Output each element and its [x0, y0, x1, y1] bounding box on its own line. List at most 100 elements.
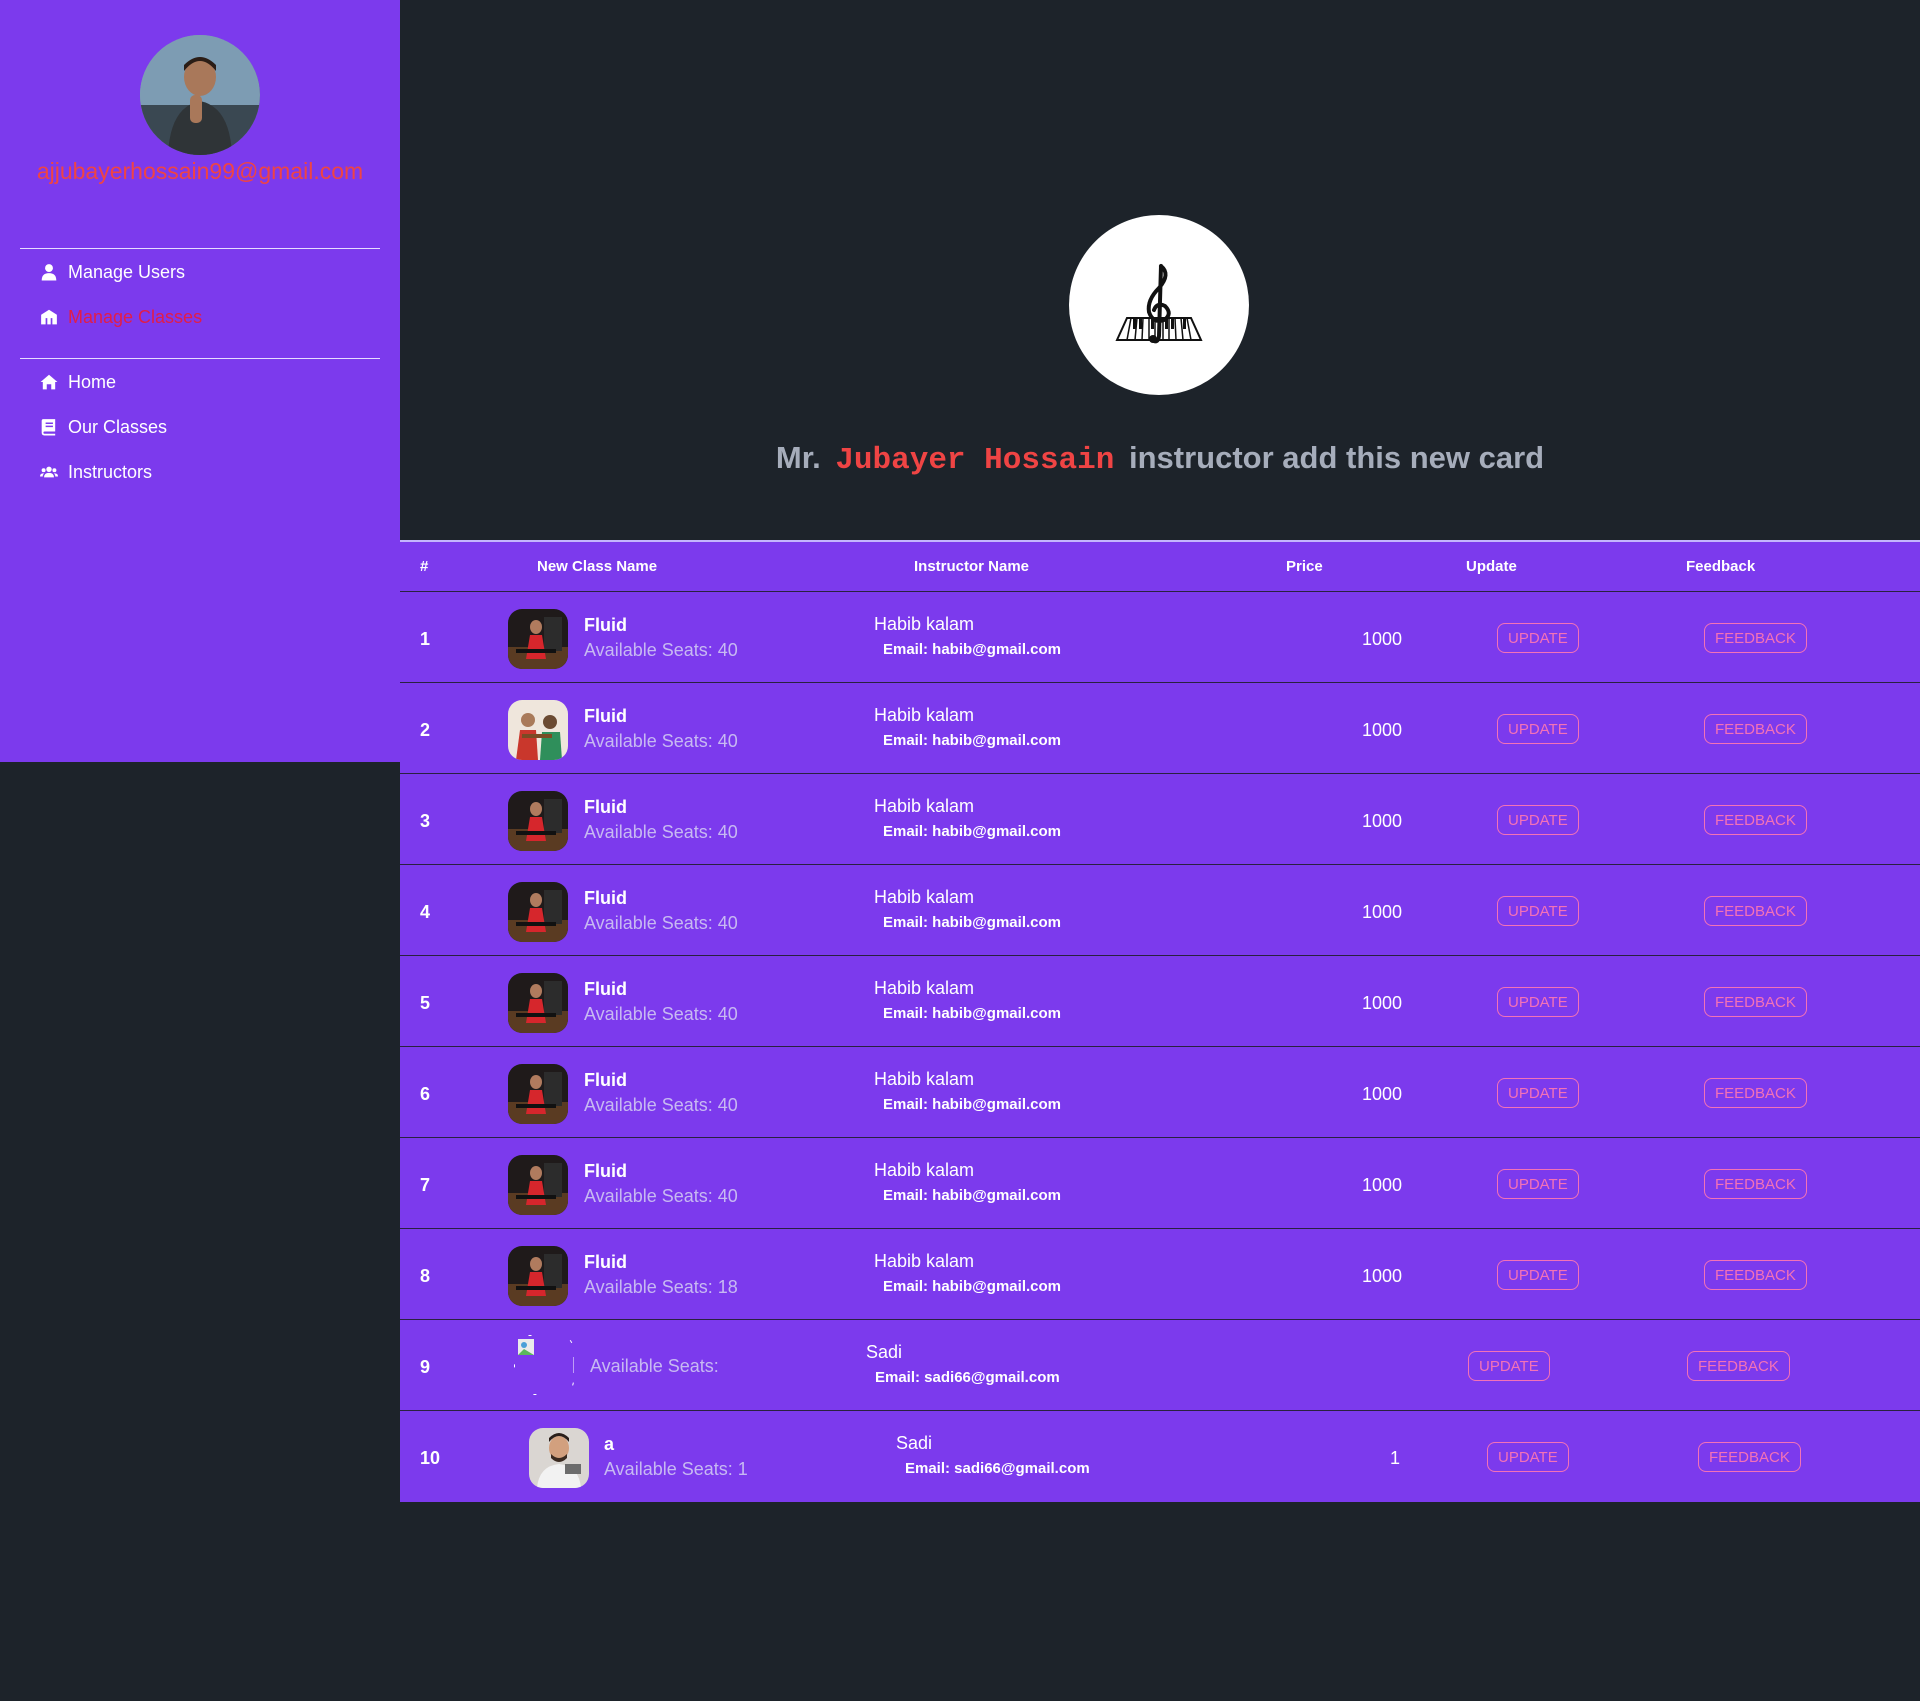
instructor-email: Email: habib@gmail.com	[883, 732, 1061, 749]
book-icon	[40, 418, 58, 436]
available-seats: Available Seats: 40	[584, 913, 738, 933]
available-seats: Available Seats: 40	[584, 640, 738, 660]
available-seats: Available Seats: 40	[584, 731, 738, 751]
instructor-email: Email: sadi66@gmail.com	[905, 1460, 1090, 1477]
class-thumbnail	[508, 609, 568, 669]
available-seats: Available Seats: 40	[584, 822, 738, 842]
broken-image-icon	[514, 1335, 575, 1395]
instructor-email: Email: habib@gmail.com	[883, 641, 1061, 658]
price: 1000	[1362, 629, 1403, 649]
instructor-name: Habib kalam	[874, 1251, 975, 1271]
sidebar-item-label: Manage Users	[68, 261, 186, 282]
update-button[interactable]: UPDATE	[1487, 1442, 1569, 1472]
table-row: 9 Available Seats: Sadi Email: sadi66@gmail…	[400, 1320, 1920, 1411]
table-row: 2 Fluid Available Seats: 40 Habib kalam Emai…	[400, 683, 1920, 774]
feedback-button[interactable]: FEEDBACK	[1704, 1169, 1807, 1199]
col-header-update: Update	[1466, 558, 1517, 575]
row-number: 6	[420, 1084, 431, 1104]
instructor-email: Email: habib@gmail.com	[883, 1187, 1061, 1204]
update-button[interactable]: UPDATE	[1497, 987, 1579, 1017]
instructor-email: Email: habib@gmail.com	[883, 914, 1061, 931]
class-thumbnail	[508, 973, 568, 1033]
users-icon	[40, 463, 58, 481]
available-seats: Available Seats: 40	[584, 1004, 738, 1024]
site-logo	[1069, 215, 1249, 395]
instructor-name: Habib kalam	[874, 705, 975, 725]
row-number: 5	[420, 993, 431, 1013]
sidebar-item-manage-classes[interactable]: Manage Classes	[40, 302, 202, 332]
user-icon	[40, 263, 58, 281]
price: 1000	[1362, 811, 1403, 831]
instructor-name: Habib kalam	[874, 978, 975, 998]
update-button[interactable]: UPDATE	[1497, 1169, 1579, 1199]
instructor-name: Jubayer Hossain	[835, 443, 1115, 478]
instructor-email: Email: habib@gmail.com	[883, 823, 1061, 840]
update-button[interactable]: UPDATE	[1497, 714, 1579, 744]
table-row: 5 Fluid Available Seats: 40 Habib kalam Emai…	[400, 956, 1920, 1047]
price: 1000	[1362, 1084, 1403, 1104]
feedback-button[interactable]: FEEDBACK	[1704, 623, 1807, 653]
class-thumbnail	[508, 700, 568, 760]
sidebar-item-our-classes[interactable]: Our Classes	[40, 412, 167, 442]
title-prefix: Mr.	[775, 440, 821, 475]
update-button[interactable]: UPDATE	[1497, 896, 1579, 926]
sidebar-item-label: Our Classes	[68, 416, 168, 437]
instructor-name: Habib kalam	[874, 796, 975, 816]
update-button[interactable]: UPDATE	[1468, 1351, 1550, 1381]
feedback-button[interactable]: FEEDBACK	[1698, 1442, 1801, 1472]
class-name: Fluid	[584, 979, 627, 999]
update-button[interactable]: UPDATE	[1497, 805, 1579, 835]
class-name: Fluid	[584, 797, 627, 817]
feedback-button[interactable]: FEEDBACK	[1704, 896, 1807, 926]
feedback-button[interactable]: FEEDBACK	[1704, 714, 1807, 744]
home-icon	[40, 373, 58, 391]
price: 1000	[1362, 993, 1403, 1013]
price: 1000	[1362, 1175, 1403, 1195]
instructor-name: Habib kalam	[874, 1160, 975, 1180]
price: 1000	[1362, 1266, 1403, 1286]
class-thumbnail	[508, 791, 568, 851]
sidebar-item-manage-users[interactable]: Manage Users	[40, 257, 185, 287]
class-name: Fluid	[584, 1070, 627, 1090]
price: 1000	[1362, 902, 1403, 922]
sidebar-item-label: Instructors	[68, 461, 153, 482]
sidebar-item-home[interactable]: Home	[40, 367, 116, 397]
classes-table: # New Class Name Instructor Name Price U…	[400, 540, 1920, 1502]
available-seats: Available Seats:	[590, 1356, 719, 1376]
class-name: Fluid	[584, 1252, 627, 1272]
table-row: 7 Fluid Available Seats: 40 Habib kalam Emai…	[400, 1138, 1920, 1229]
available-seats: Available Seats: 40	[584, 1095, 738, 1115]
class-name: Fluid	[584, 615, 627, 635]
update-button[interactable]: UPDATE	[1497, 623, 1579, 653]
sidebar-divider	[20, 248, 380, 249]
instructor-name: Habib kalam	[874, 1069, 975, 1089]
feedback-button[interactable]: FEEDBACK	[1704, 1260, 1807, 1290]
classes-icon	[40, 308, 58, 326]
update-button[interactable]: UPDATE	[1497, 1078, 1579, 1108]
instructor-name: Habib kalam	[874, 614, 975, 634]
row-number: 8	[420, 1266, 431, 1286]
update-button[interactable]: UPDATE	[1497, 1260, 1579, 1290]
instructor-email: Email: habib@gmail.com	[883, 1096, 1061, 1113]
feedback-button[interactable]: FEEDBACK	[1704, 987, 1807, 1017]
available-seats: Available Seats: 40	[584, 1186, 738, 1206]
instructor-name: Sadi	[866, 1342, 903, 1362]
sidebar-item-label: Home	[68, 371, 117, 392]
table-row: 4 Fluid Available Seats: 40 Habib kalam Emai…	[400, 865, 1920, 956]
sidebar-item-instructors[interactable]: Instructors	[40, 457, 152, 487]
table-row: 6 Fluid Available Seats: 40 Habib kalam Emai…	[400, 1047, 1920, 1138]
music-logo-icon	[1115, 264, 1203, 344]
feedback-button[interactable]: FEEDBACK	[1687, 1351, 1790, 1381]
class-thumbnail	[529, 1428, 589, 1488]
instructor-email: Email: sadi66@gmail.com	[875, 1369, 1060, 1386]
sidebar-item-label: Manage Classes	[68, 306, 203, 327]
row-number: 1	[420, 629, 431, 649]
feedback-button[interactable]: FEEDBACK	[1704, 1078, 1807, 1108]
feedback-button[interactable]: FEEDBACK	[1704, 805, 1807, 835]
row-number: 2	[420, 720, 431, 740]
row-number: 3	[420, 811, 431, 831]
class-name: Fluid	[584, 888, 627, 908]
col-header-feedback: Feedback	[1686, 558, 1756, 575]
table-row: 1 Fluid Available Seats: 40 Habib kalam Emai…	[400, 592, 1920, 683]
class-thumbnail	[508, 882, 568, 942]
